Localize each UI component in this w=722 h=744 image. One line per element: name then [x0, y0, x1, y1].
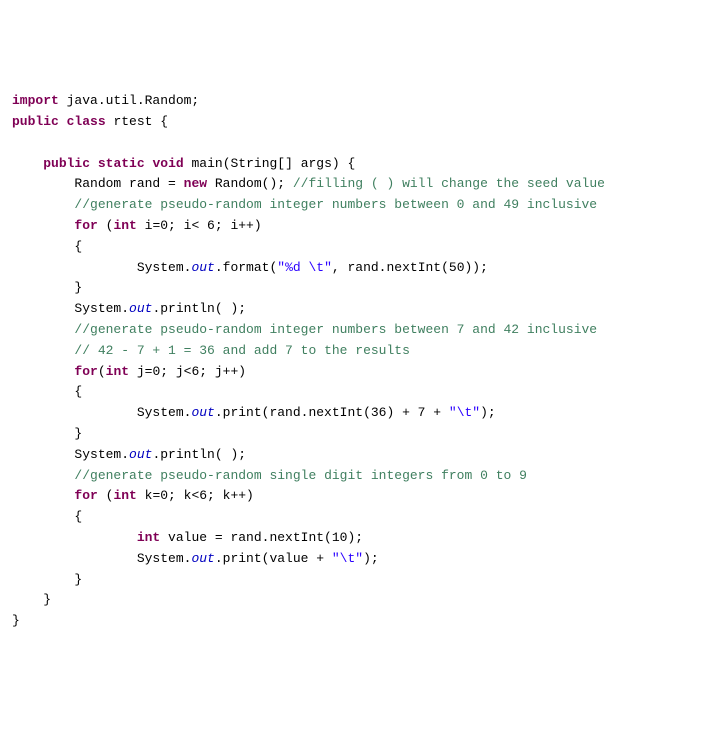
keyword: for: [74, 364, 97, 379]
text: [12, 197, 74, 212]
code-line: System.out.format("%d \t", rand.nextInt(…: [12, 260, 488, 275]
text: );: [363, 551, 379, 566]
comment: //generate pseudo-random integer numbers…: [74, 197, 597, 212]
text: k=0; k<6; k++): [137, 488, 254, 503]
code-line: {: [12, 509, 82, 524]
code-block: import java.util.Random; public class rt…: [12, 91, 710, 632]
code-line: System.out.print(rand.nextInt(36) + 7 + …: [12, 405, 496, 420]
code-line: public class rtest {: [12, 114, 168, 129]
text: .println( );: [152, 301, 246, 316]
text: main(String[] args) {: [184, 156, 356, 171]
text: [12, 343, 74, 358]
text: System.: [12, 551, 191, 566]
text: System.: [12, 405, 191, 420]
code-line: for (int k=0; k<6; k++): [12, 488, 254, 503]
text: [12, 488, 74, 503]
field: out: [191, 405, 214, 420]
text: );: [480, 405, 496, 420]
code-line: }: [12, 592, 51, 607]
keyword: for: [74, 488, 97, 503]
field: out: [129, 447, 152, 462]
text: (: [98, 488, 114, 503]
field: out: [129, 301, 152, 316]
text: .println( );: [152, 447, 246, 462]
code-line: import java.util.Random;: [12, 93, 199, 108]
text: [12, 364, 74, 379]
text: (: [98, 218, 114, 233]
code-line: }: [12, 572, 82, 587]
string: "\t": [332, 551, 363, 566]
text: value = rand.nextInt(10);: [160, 530, 363, 545]
keyword: public: [43, 156, 90, 171]
keyword: static: [98, 156, 145, 171]
code-line: System.out.println( );: [12, 301, 246, 316]
code-line: }: [12, 280, 82, 295]
code-line: //generate pseudo-random integer numbers…: [12, 197, 597, 212]
keyword: public: [12, 114, 59, 129]
text: java.util.Random;: [59, 93, 199, 108]
text: .format(: [215, 260, 277, 275]
text: , rand.nextInt(50));: [332, 260, 488, 275]
text: .print(value +: [215, 551, 332, 566]
text: [12, 530, 137, 545]
text: j=0; j<6; j++): [129, 364, 246, 379]
comment: //filling ( ) will change the seed value: [293, 176, 605, 191]
code-line: // 42 - 7 + 1 = 36 and add 7 to the resu…: [12, 343, 410, 358]
text: i=0; i< 6; i++): [137, 218, 262, 233]
keyword: int: [113, 488, 136, 503]
text: (: [98, 364, 106, 379]
keyword: int: [137, 530, 160, 545]
code-line: }: [12, 426, 82, 441]
text: [12, 218, 74, 233]
keyword: int: [113, 218, 136, 233]
code-line: public static void main(String[] args) {: [12, 156, 355, 171]
text: System.: [12, 447, 129, 462]
code-line: System.out.print(value + "\t");: [12, 551, 379, 566]
code-line: {: [12, 384, 82, 399]
comment: // 42 - 7 + 1 = 36 and add 7 to the resu…: [74, 343, 409, 358]
string: "\t": [449, 405, 480, 420]
code-line: //generate pseudo-random integer numbers…: [12, 322, 597, 337]
text: [90, 156, 98, 171]
keyword: import: [12, 93, 59, 108]
code-line: }: [12, 613, 20, 628]
text: [12, 322, 74, 337]
keyword: class: [67, 114, 106, 129]
text: System.: [12, 301, 129, 316]
code-line: {: [12, 239, 82, 254]
text: Random rand =: [12, 176, 184, 191]
field: out: [191, 551, 214, 566]
code-line: int value = rand.nextInt(10);: [12, 530, 363, 545]
keyword: void: [152, 156, 183, 171]
text: rtest {: [106, 114, 168, 129]
keyword: int: [106, 364, 129, 379]
string: "%d \t": [277, 260, 332, 275]
code-line: for(int j=0; j<6; j++): [12, 364, 246, 379]
code-line: for (int i=0; i< 6; i++): [12, 218, 262, 233]
comment: //generate pseudo-random single digit in…: [74, 468, 526, 483]
keyword: new: [184, 176, 207, 191]
text: Random();: [207, 176, 293, 191]
field: out: [191, 260, 214, 275]
code-line: //generate pseudo-random single digit in…: [12, 468, 527, 483]
text: .print(rand.nextInt(36) + 7 +: [215, 405, 449, 420]
comment: //generate pseudo-random integer numbers…: [74, 322, 597, 337]
text: [12, 468, 74, 483]
text: System.: [12, 260, 191, 275]
code-line: System.out.println( );: [12, 447, 246, 462]
text: [12, 156, 43, 171]
code-line: Random rand = new Random(); //filling ( …: [12, 176, 605, 191]
text: [59, 114, 67, 129]
keyword: for: [74, 218, 97, 233]
